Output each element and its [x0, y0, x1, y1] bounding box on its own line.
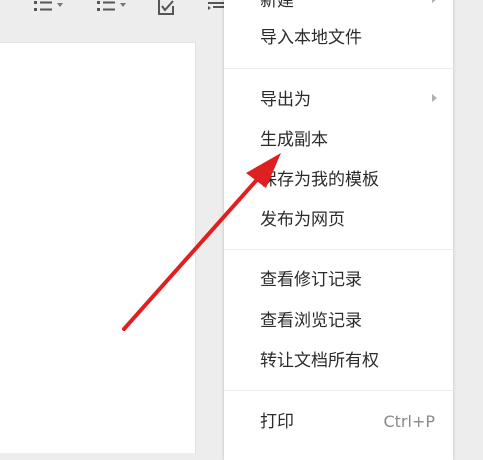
menu-item-label: 导入本地文件	[260, 28, 362, 48]
menu-item-transfer-ownership[interactable]: 转让文档所有权	[224, 343, 453, 379]
menu-item-label: 转让文档所有权	[260, 351, 379, 371]
menu-item-label: 发布为网页	[260, 210, 345, 230]
indent-icon[interactable]	[205, 0, 225, 16]
submenu-arrow-icon	[432, 94, 437, 102]
menu-item-import-local-file[interactable]: 导入本地文件	[224, 20, 453, 56]
checkbox-icon[interactable]	[156, 0, 178, 18]
menu-item-revision-history[interactable]: 查看修订记录	[224, 262, 453, 298]
bulleted-list-icon[interactable]	[30, 0, 68, 16]
menu-item-export-as[interactable]: 导出为	[224, 82, 453, 118]
menu-item-label: 查看修订记录	[260, 270, 362, 290]
shortcut-label: Ctrl+P	[383, 412, 435, 431]
menu-item-save-as-template[interactable]: 保存为我的模板	[224, 162, 453, 198]
menu-divider	[224, 249, 453, 250]
menu-item-publish-web[interactable]: 发布为网页	[224, 202, 453, 238]
document-page[interactable]	[0, 42, 196, 453]
menu-item-label: 保存为我的模板	[260, 170, 379, 190]
file-menu: 新建 导入本地文件 导出为 生成副本 保存为我的模板 发布为网页 查看修订记录 …	[224, 0, 453, 460]
menu-item-label: 查看浏览记录	[260, 311, 362, 331]
menu-item-view-history[interactable]: 查看浏览记录	[224, 303, 453, 339]
menu-divider	[224, 390, 453, 391]
menu-item-label: 生成副本	[260, 130, 328, 150]
menu-item-label: 打印	[260, 412, 294, 432]
menu-item-label: 新建	[260, 0, 294, 11]
menu-item-print[interactable]: 打印 Ctrl+P	[224, 404, 453, 440]
menu-item-make-copy[interactable]: 生成副本	[224, 122, 453, 158]
submenu-arrow-icon	[432, 0, 437, 3]
numbered-list-icon[interactable]	[93, 0, 131, 16]
menu-item-label: 导出为	[260, 90, 311, 110]
menu-divider	[224, 68, 453, 69]
